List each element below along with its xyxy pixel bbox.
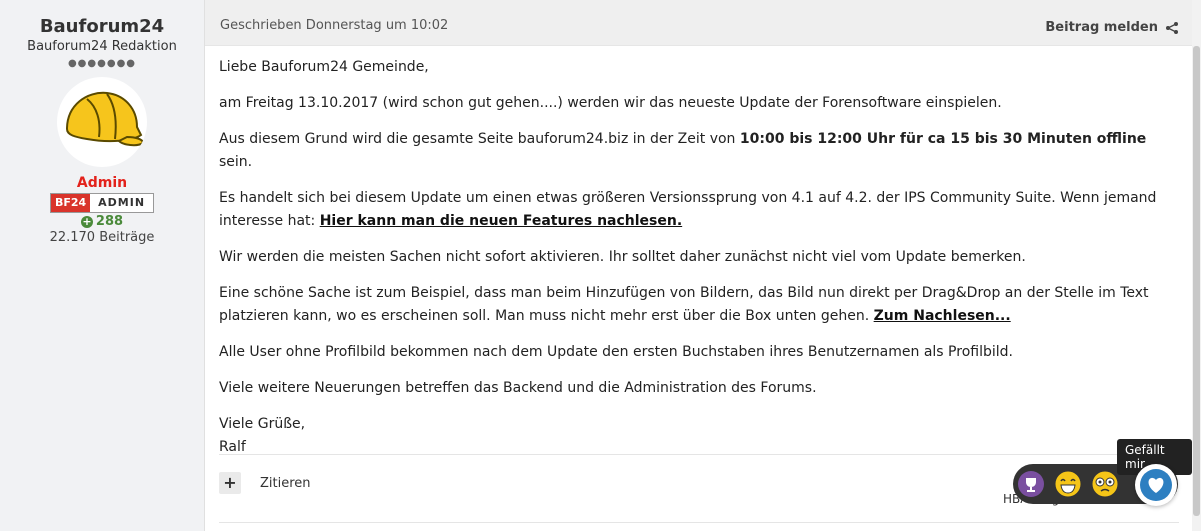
report-button[interactable]: Beitrag melden: [1045, 20, 1178, 35]
share-icon[interactable]: [1166, 21, 1178, 34]
paragraph: Wir werden die meisten Sachen nicht sofo…: [219, 249, 1026, 265]
multiquote-button[interactable]: +: [219, 472, 241, 494]
post-date[interactable]: Geschrieben Donnerstag um 10:02: [220, 18, 448, 33]
features-link[interactable]: Hier kann man die neuen Features nachles…: [320, 213, 682, 229]
bold-text: 10:00 bis 12:00 Uhr für ca 15 bis 30 Min…: [739, 131, 1147, 147]
reputation: +288: [0, 214, 204, 229]
laugh-icon[interactable]: [1054, 470, 1082, 498]
post-header: Geschrieben Donnerstag um 10:02 Beitrag …: [205, 0, 1192, 46]
scrollbar-thumb[interactable]: [1193, 46, 1200, 516]
plus-icon: +: [223, 473, 237, 492]
post-count: 22.170 Beiträge: [49, 230, 155, 245]
confused-icon[interactable]: [1091, 470, 1119, 498]
plus-circle-icon: +: [80, 214, 93, 228]
author-name[interactable]: Bauforum24: [0, 16, 204, 37]
signature: Viele Grüße, Ralf: [219, 416, 306, 455]
reputation-value: 288: [95, 214, 124, 229]
badge-right: ADMIN: [90, 194, 154, 212]
avatar[interactable]: [57, 77, 147, 167]
divider: [219, 522, 1179, 523]
read-more-link[interactable]: Zum Nachlesen...: [874, 308, 1011, 324]
group-badge: BF24 ADMIN: [49, 193, 155, 213]
paragraph: Eine schöne Sache ist zum Beispiel, dass…: [219, 285, 1149, 324]
author-title: Bauforum24 Redaktion: [27, 39, 177, 54]
paragraph: Liebe Bauforum24 Gemeinde,: [219, 59, 429, 75]
report-label: Beitrag melden: [1045, 20, 1158, 35]
post-body: Liebe Bauforum24 Gemeinde, am Freitag 13…: [219, 56, 1169, 459]
paragraph: Es handelt sich bei diesem Update um ein…: [219, 190, 1157, 229]
paragraph: Aus diesem Grund wird die gesamte Seite …: [219, 131, 1147, 170]
paragraph: am Freitag 13.10.2017 (wird schon gut ge…: [219, 95, 1002, 111]
paragraph: Viele weitere Neuerungen betreffen das B…: [219, 380, 817, 396]
author-panel: Bauforum24 Bauforum24 Redaktion ●●●●●●● …: [0, 0, 205, 531]
paragraph: Alle User ohne Profilbild bekommen nach …: [219, 344, 1013, 360]
badge-left: BF24: [50, 194, 91, 212]
trophy-icon[interactable]: [1017, 470, 1045, 498]
post-content: Geschrieben Donnerstag um 10:02 Beitrag …: [205, 0, 1192, 531]
heart-icon: [1140, 469, 1172, 501]
helmet-avatar-icon: [65, 91, 145, 147]
like-button[interactable]: [1135, 464, 1177, 506]
group-name: Admin: [76, 175, 128, 191]
rank-dots: ●●●●●●●: [67, 58, 137, 69]
forum-post: Bauforum24 Bauforum24 Redaktion ●●●●●●● …: [0, 0, 1201, 531]
divider: [219, 454, 1179, 455]
quote-button[interactable]: Zitieren: [260, 476, 311, 491]
